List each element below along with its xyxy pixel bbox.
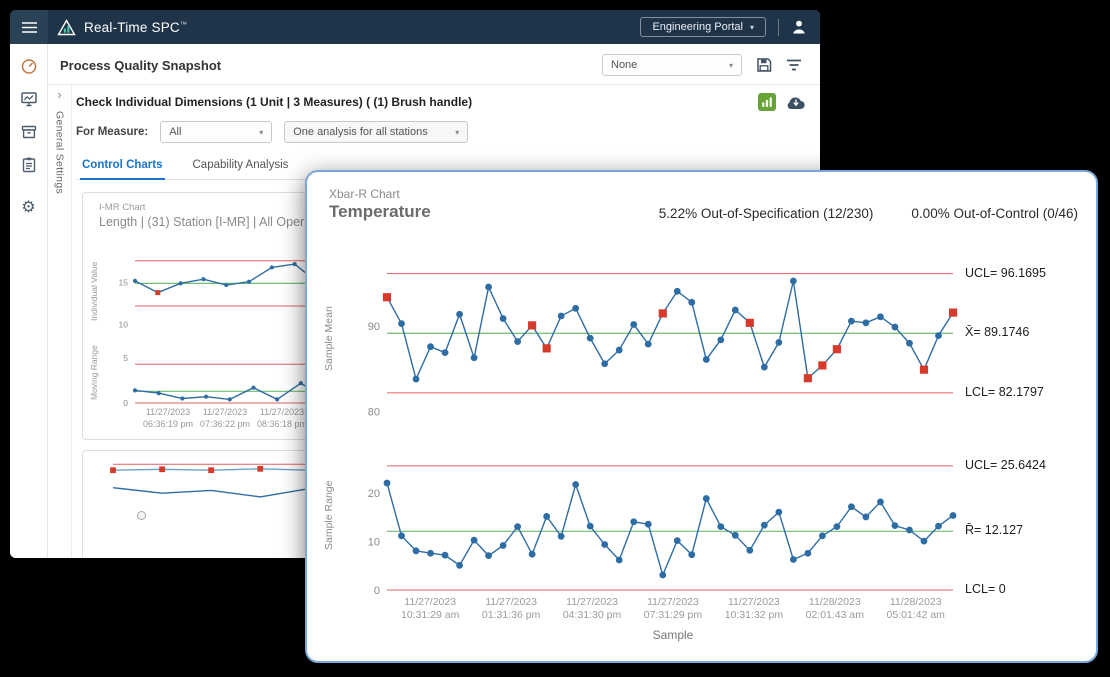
x-tick: 11/27/202310:31:29 am xyxy=(401,596,459,622)
ucl-label-mean: UCL= 96.1695 xyxy=(965,266,1097,280)
x-tick: 11/28/202305:01:42 am xyxy=(887,596,945,622)
chart-pan-handle[interactable] xyxy=(137,511,146,520)
measure-dropdown[interactable]: All ▾ xyxy=(160,121,272,143)
x-tick: 11/27/202306:36:19 pm xyxy=(136,407,200,430)
sample-range-axis-label: Sample Range xyxy=(323,440,335,590)
bar-chart-icon xyxy=(761,96,773,108)
x-axis-ticks: 11/27/202310:31:29 am 11/27/202301:31:36… xyxy=(387,596,959,622)
imr-chart-type-label: I-MR Chart xyxy=(99,202,145,213)
imr-chart-subtitle: Length | (31) Station [I-MR] | All Opera… xyxy=(99,215,332,229)
logo-icon xyxy=(57,19,76,36)
general-settings-strip: › General Settings xyxy=(48,85,72,558)
svg-text:90: 90 xyxy=(368,321,380,333)
x-tick: 11/27/202310:31:32 pm xyxy=(725,596,783,622)
sample-range-plot[interactable]: 01020 xyxy=(349,440,959,590)
monitor-chart-icon xyxy=(20,90,38,108)
x-tick: 11/27/202307:36:22 pm xyxy=(193,407,257,430)
save-icon xyxy=(756,57,772,73)
gear-icon: ⚙ xyxy=(21,197,35,217)
chevron-right-icon[interactable]: › xyxy=(57,89,61,101)
archive-box-icon xyxy=(20,123,38,141)
x-tick: 11/27/202304:31:30 pm xyxy=(563,596,621,622)
tab-capability-analysis[interactable]: Capability Analysis xyxy=(191,155,291,179)
clipboard-icon xyxy=(20,156,38,174)
svg-text:20: 20 xyxy=(368,488,380,500)
portal-dropdown[interactable]: Engineering Portal ▾ xyxy=(640,17,766,37)
svg-text:5: 5 xyxy=(123,353,128,363)
out-of-control-stat: 0.00% Out-of-Control (0/46) xyxy=(911,206,1078,221)
sidebar-rail: ⚙ xyxy=(10,44,48,558)
lcl-label-range: LCL= 0 xyxy=(965,582,1097,596)
caret-down-icon: ▾ xyxy=(729,61,733,70)
caret-down-icon: ▾ xyxy=(750,23,754,32)
modal-chart-type-label: Xbar-R Chart xyxy=(329,187,400,201)
modal-title: Temperature xyxy=(329,202,431,222)
sidebar-item-storage[interactable] xyxy=(19,122,39,142)
x-tick: 11/27/202301:31:36 pm xyxy=(482,596,540,622)
caret-down-icon: ▾ xyxy=(259,128,263,137)
x-axis-title: Sample xyxy=(387,628,959,642)
page-title: Process Quality Snapshot xyxy=(60,58,221,73)
analysis-dropdown[interactable]: One analysis for all stations ▾ xyxy=(284,121,468,143)
hamburger-icon xyxy=(22,22,37,33)
ucl-label-range: UCL= 25.6424 xyxy=(965,458,1097,472)
sample-mean-axis-label: Sample Mean xyxy=(323,258,335,420)
filter-icon xyxy=(786,58,802,72)
xbar-r-modal: Xbar-R Chart Temperature 5.22% Out-of-Sp… xyxy=(305,170,1098,663)
save-button[interactable] xyxy=(756,57,772,73)
general-settings-label: General Settings xyxy=(54,111,66,194)
app-title: Real-Time SPC™ xyxy=(84,20,187,35)
chart-export-button[interactable] xyxy=(758,93,776,111)
cloud-download-icon xyxy=(786,95,806,110)
sidebar-item-settings[interactable]: ⚙ xyxy=(19,197,39,217)
user-icon xyxy=(791,19,807,35)
modal-stats: 5.22% Out-of-Specification (12/230) 0.00… xyxy=(659,206,1078,221)
user-menu-button[interactable] xyxy=(791,19,807,35)
top-bar: Real-Time SPC™ Engineering Portal ▾ xyxy=(10,10,820,44)
topbar-divider xyxy=(778,19,779,36)
centerline-label-mean: X̄= 89.1746 xyxy=(965,325,1097,339)
tab-control-charts[interactable]: Control Charts xyxy=(80,155,165,180)
download-button[interactable] xyxy=(786,95,806,110)
sidebar-item-dashboard[interactable] xyxy=(19,56,39,76)
caret-down-icon: ▾ xyxy=(455,128,459,137)
sidebar-item-reports[interactable] xyxy=(19,155,39,175)
svg-text:10: 10 xyxy=(119,319,129,329)
moving-range-axis-label: Moving Range xyxy=(89,343,99,403)
trademark: ™ xyxy=(180,21,187,28)
svg-text:80: 80 xyxy=(368,406,380,418)
svg-text:0: 0 xyxy=(374,585,380,597)
sample-mean-plot[interactable]: 80 90 xyxy=(349,258,959,420)
for-measure-label: For Measure: xyxy=(76,126,148,138)
panel-title: Check Individual Dimensions (1 Unit | 3 … xyxy=(76,95,472,109)
x-tick: 11/28/202302:01:43 am xyxy=(806,596,864,622)
app-logo xyxy=(57,19,76,36)
x-tick: 11/27/202307:31:29 pm xyxy=(644,596,702,622)
centerline-label-range: R̄= 12.127 xyxy=(965,523,1097,537)
svg-text:10: 10 xyxy=(368,536,380,548)
report-dropdown[interactable]: None ▾ xyxy=(602,54,742,76)
svg-text:0: 0 xyxy=(123,398,128,408)
lcl-label-mean: LCL= 82.1797 xyxy=(965,385,1097,399)
out-of-spec-stat: 5.22% Out-of-Specification (12/230) xyxy=(659,206,874,221)
individual-value-axis-label: Individual Value xyxy=(89,245,99,337)
svg-text:15: 15 xyxy=(119,277,129,287)
filter-button[interactable] xyxy=(786,58,802,72)
gauge-icon xyxy=(20,57,38,75)
menu-button[interactable] xyxy=(10,10,48,44)
sidebar-item-charts[interactable] xyxy=(19,89,39,109)
